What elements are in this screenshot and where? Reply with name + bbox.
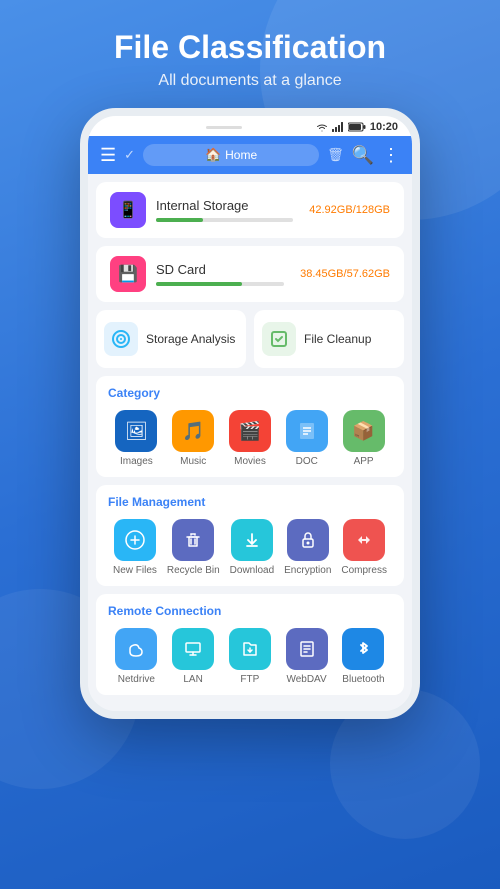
sd-card-size: 38.45GB/57.62GB — [300, 268, 390, 280]
battery-icon — [348, 122, 366, 132]
netdrive-item[interactable]: Netdrive — [115, 628, 157, 685]
category-items: 🖼 Images 🎵 Music 🎬 Movies — [108, 410, 392, 467]
status-time: 10:20 — [370, 121, 398, 133]
header-section: File Classification All documents at a g… — [0, 0, 500, 90]
hamburger-icon[interactable]: ☰ — [100, 145, 116, 166]
movies-label: Movies — [234, 456, 266, 467]
internal-storage-size: 42.92GB/128GB — [309, 204, 390, 216]
app-icon: 📦 — [343, 410, 385, 452]
doc-icon — [286, 410, 328, 452]
new-files-icon — [114, 519, 156, 561]
home-icon: 🏠 — [205, 147, 221, 163]
category-app[interactable]: 📦 APP — [343, 410, 385, 467]
webdav-item[interactable]: WebDAV — [286, 628, 328, 685]
sd-card-info: SD Card — [156, 262, 284, 286]
doc-label: DOC — [296, 456, 318, 467]
internal-storage-bar-bg — [156, 218, 293, 222]
file-management-title: File Management — [108, 495, 392, 509]
home-label: Home — [225, 148, 257, 162]
sd-card-bar-fill — [156, 282, 242, 286]
remote-connection-title: Remote Connection — [108, 604, 392, 618]
remote-connection-items: Netdrive LAN — [108, 628, 392, 685]
download-item[interactable]: Download — [230, 519, 274, 576]
download-icon — [231, 519, 273, 561]
internal-storage-name: Internal Storage — [156, 198, 293, 213]
quick-actions-row: Storage Analysis File Cleanup — [96, 310, 404, 368]
status-notch — [206, 126, 242, 129]
wifi-icon — [316, 123, 328, 132]
file-management-items: New Files Recycle Bin — [108, 519, 392, 576]
file-cleanup-icon — [262, 322, 296, 356]
category-section: Category 🖼 Images 🎵 Music 🎬 — [96, 376, 404, 477]
encryption-label: Encryption — [284, 565, 331, 576]
phone-frame: 10:20 ☰ ✓ 🏠 Home 🗑 🔍 ⋮ 📱 Internal Storag… — [80, 108, 420, 719]
sd-card-icon: 💾 — [110, 256, 146, 292]
netdrive-icon — [115, 628, 157, 670]
music-icon: 🎵 — [172, 410, 214, 452]
webdav-icon — [286, 628, 328, 670]
category-title: Category — [108, 386, 392, 400]
home-button[interactable]: 🏠 Home — [143, 144, 319, 166]
remote-connection-section: Remote Connection Netdrive — [96, 594, 404, 695]
sd-card-name: SD Card — [156, 262, 284, 277]
page-subtitle: All documents at a glance — [0, 72, 500, 90]
category-movies[interactable]: 🎬 Movies — [229, 410, 271, 467]
images-icon: 🖼 — [115, 410, 157, 452]
storage-analysis-button[interactable]: Storage Analysis — [96, 310, 246, 368]
compress-icon — [343, 519, 385, 561]
file-cleanup-button[interactable]: File Cleanup — [254, 310, 404, 368]
lan-label: LAN — [183, 674, 202, 685]
category-doc[interactable]: DOC — [286, 410, 328, 467]
bluetooth-icon — [342, 628, 384, 670]
category-music[interactable]: 🎵 Music — [172, 410, 214, 467]
storage-analysis-label: Storage Analysis — [146, 332, 235, 346]
recycle-bin-icon — [172, 519, 214, 561]
internal-storage-info: Internal Storage — [156, 198, 293, 222]
trash-icon: 🗑 — [327, 147, 344, 163]
compress-item[interactable]: Compress — [341, 519, 387, 576]
search-icon[interactable]: 🔍 — [352, 145, 374, 166]
encryption-icon — [287, 519, 329, 561]
app-label: APP — [354, 456, 374, 467]
recycle-bin-item[interactable]: Recycle Bin — [167, 519, 220, 576]
nav-bar: ☰ ✓ 🏠 Home 🗑 🔍 ⋮ — [88, 136, 412, 174]
status-icons: 10:20 — [316, 121, 398, 133]
sd-total: 57.62GB — [347, 268, 390, 280]
internal-total: 128GB — [356, 204, 390, 216]
more-icon[interactable]: ⋮ — [382, 145, 400, 166]
webdav-label: WebDAV — [286, 674, 326, 685]
recycle-bin-label: Recycle Bin — [167, 565, 220, 576]
bluetooth-label: Bluetooth — [342, 674, 384, 685]
music-label: Music — [180, 456, 206, 467]
phone-content: 📱 Internal Storage 42.92GB/128GB 💾 SD Ca… — [88, 174, 412, 711]
sd-used: 38.45GB — [300, 268, 343, 280]
netdrive-label: Netdrive — [118, 674, 155, 685]
category-images[interactable]: 🖼 Images — [115, 410, 157, 467]
bluetooth-item[interactable]: Bluetooth — [342, 628, 384, 685]
lan-icon — [172, 628, 214, 670]
sd-card-bar-bg — [156, 282, 284, 286]
download-label: Download — [230, 565, 274, 576]
internal-storage-card[interactable]: 📱 Internal Storage 42.92GB/128GB — [96, 182, 404, 238]
internal-used: 42.92GB — [309, 204, 352, 216]
internal-storage-bar-fill — [156, 218, 203, 222]
new-files-item[interactable]: New Files — [113, 519, 157, 576]
ftp-label: FTP — [240, 674, 259, 685]
sd-card-card[interactable]: 💾 SD Card 38.45GB/57.62GB — [96, 246, 404, 302]
storage-analysis-icon — [104, 322, 138, 356]
ftp-item[interactable]: FTP — [229, 628, 271, 685]
movies-icon: 🎬 — [229, 410, 271, 452]
internal-storage-icon: 📱 — [110, 192, 146, 228]
file-management-section: File Management New Files — [96, 485, 404, 586]
page-title: File Classification — [0, 28, 500, 66]
signal-icon — [332, 122, 344, 132]
encryption-item[interactable]: Encryption — [284, 519, 331, 576]
new-files-label: New Files — [113, 565, 157, 576]
file-cleanup-label: File Cleanup — [304, 332, 371, 346]
compress-label: Compress — [341, 565, 387, 576]
ftp-icon — [229, 628, 271, 670]
check-icon: ✓ — [124, 147, 135, 163]
lan-item[interactable]: LAN — [172, 628, 214, 685]
images-label: Images — [120, 456, 153, 467]
